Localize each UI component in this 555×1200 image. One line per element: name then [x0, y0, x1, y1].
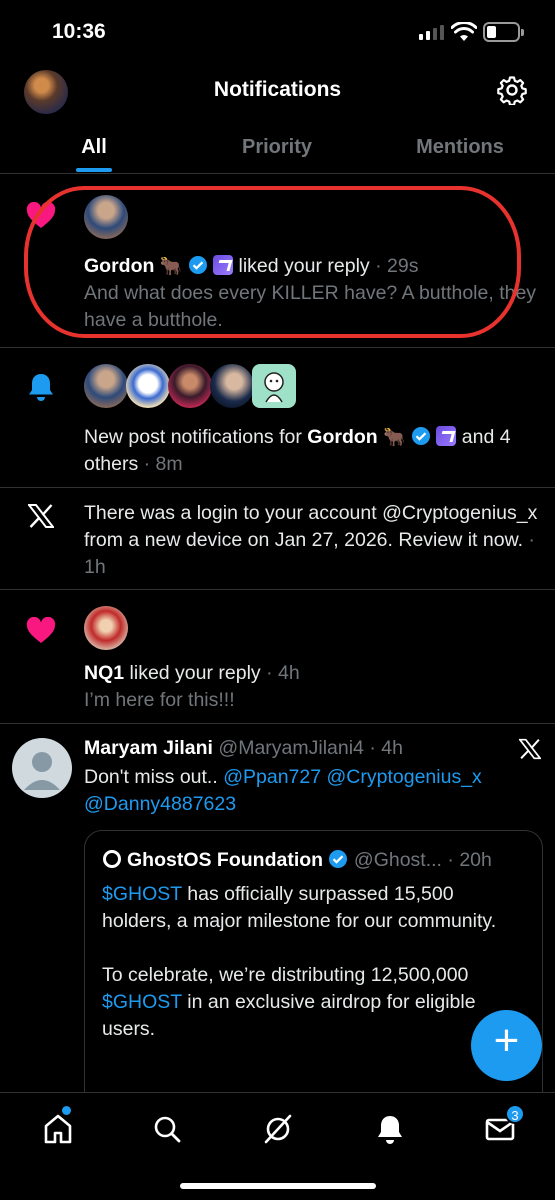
cashtag-link[interactable]: $GHOST: [102, 883, 182, 905]
mention-link[interactable]: @Cryptogenius_x: [327, 766, 482, 788]
user-name[interactable]: NQ1: [84, 662, 124, 684]
notification-like-nq1[interactable]: NQ1 liked your reply · 4h I’m here for t…: [0, 590, 555, 724]
quote-body: $GHOST has officially surpassed 15,500 h…: [102, 881, 522, 1043]
notification-new-post[interactable]: New post notifications for Gordon 🐂 and …: [0, 348, 555, 488]
header: Notifications: [0, 62, 555, 118]
status-time: 10:36: [52, 20, 106, 43]
avatar[interactable]: [84, 195, 128, 239]
quote-header: GhostOS Foundation @Ghost... · 20h: [103, 849, 492, 872]
notification-text: New post notifications for Gordon 🐂 and …: [84, 426, 511, 475]
post-body: Don't miss out..: [84, 766, 218, 788]
action-text: liked your reply: [238, 255, 370, 277]
ghost-logo-icon: [103, 850, 121, 868]
notifications-icon[interactable]: [372, 1111, 408, 1147]
notification-text: There was a login to your account @Crypt…: [84, 502, 538, 578]
quote-handle: @Ghost...: [353, 849, 442, 871]
timestamp: 29s: [387, 255, 419, 277]
heart-icon: [26, 202, 56, 228]
notification-text: NQ1 liked your reply · 4h I’m here for t…: [84, 660, 539, 714]
avatar[interactable]: [210, 364, 254, 408]
tab-bar: All Priority Mentions: [0, 122, 555, 174]
status-bar: 10:36: [0, 0, 555, 62]
login-alert-text: There was a login to your account @Crypt…: [84, 502, 538, 551]
post-header: Maryam Jilani @MaryamJilani4 · 4h: [84, 737, 403, 759]
tab-mentions[interactable]: Mentions: [400, 136, 520, 159]
avatar[interactable]: [252, 364, 296, 408]
plus-icon: +: [493, 1016, 520, 1065]
home-icon[interactable]: [40, 1111, 76, 1147]
notification-like-gordon[interactable]: Gordon 🐂 liked your reply · 29s And what…: [0, 175, 555, 348]
avatar[interactable]: [126, 364, 170, 408]
affiliate-badge-icon: [436, 426, 457, 446]
affiliate-badge-icon: [213, 255, 234, 275]
action-text: liked your reply: [129, 662, 261, 684]
user-name[interactable]: Maryam Jilani: [84, 737, 213, 759]
messages-count-badge: 3: [505, 1104, 525, 1124]
name-emoji: 🐂: [383, 427, 406, 448]
verified-badge-icon: [329, 850, 348, 868]
person-silhouette-icon: [24, 752, 60, 790]
battery-icon: [483, 22, 524, 42]
timestamp: 4h: [278, 662, 300, 684]
x-logo-icon: [519, 738, 541, 760]
quote-paragraph-2: To celebrate, we’re distributing 12,500,…: [102, 962, 522, 1043]
wifi-icon: [451, 22, 477, 41]
user-name[interactable]: Gordon: [84, 255, 154, 277]
notification-text: Gordon 🐂 liked your reply · 29s And what…: [84, 253, 539, 334]
settings-gear-icon[interactable]: [497, 75, 527, 105]
avatar[interactable]: [84, 364, 128, 408]
default-avatar[interactable]: [12, 738, 72, 798]
notification-login-alert[interactable]: There was a login to your account @Crypt…: [0, 488, 555, 590]
name-emoji: 🐂: [159, 256, 183, 277]
post-text: Don't miss out.. @Ppan727 @Cryptogenius_…: [84, 764, 539, 818]
cellular-signal-icon: [419, 24, 444, 40]
cashtag-link[interactable]: $GHOST: [102, 991, 182, 1013]
tab-priority[interactable]: Priority: [227, 136, 327, 159]
tab-all[interactable]: All: [54, 136, 134, 159]
timestamp: 4h: [381, 737, 403, 759]
mention-link[interactable]: @Ppan727: [223, 766, 321, 788]
reply-text: I’m here for this!!!: [84, 689, 235, 711]
verified-badge-icon: [188, 256, 207, 274]
reply-text: And what does every KILLER have? A butth…: [84, 282, 537, 331]
prefix-text: New post notifications for: [84, 426, 302, 448]
avatar[interactable]: [84, 606, 128, 650]
user-handle: @MaryamJilani4: [218, 737, 364, 759]
timestamp: 8m: [155, 453, 183, 475]
quote-paragraph-1: $GHOST has officially surpassed 15,500 h…: [102, 881, 522, 935]
heart-icon: [26, 617, 56, 643]
quoted-post-card[interactable]: GhostOS Foundation @Ghost... · 20h $GHOS…: [84, 830, 543, 1120]
timestamp: 1h: [84, 556, 106, 578]
quote-text: To celebrate, we’re distributing 12,500,…: [102, 964, 469, 986]
user-name[interactable]: Gordon: [307, 426, 377, 448]
avatar[interactable]: [168, 364, 212, 408]
quote-user-name[interactable]: GhostOS Foundation: [127, 849, 323, 871]
unread-dot: [62, 1106, 71, 1115]
page-title: Notifications: [213, 78, 342, 101]
active-tab-indicator: [76, 168, 112, 172]
quote-timestamp: 20h: [459, 849, 492, 871]
bell-icon: [29, 374, 53, 401]
x-logo-icon: [28, 504, 54, 528]
search-icon[interactable]: [149, 1111, 185, 1147]
grok-icon[interactable]: [260, 1111, 296, 1147]
verified-badge-icon: [411, 427, 430, 445]
home-indicator: [180, 1183, 376, 1189]
compose-post-button[interactable]: +: [471, 1010, 542, 1081]
cartoon-avatar-icon: [264, 372, 284, 403]
bottom-navigation: 3: [0, 1092, 555, 1200]
mention-link[interactable]: @Danny4887623: [84, 793, 236, 815]
